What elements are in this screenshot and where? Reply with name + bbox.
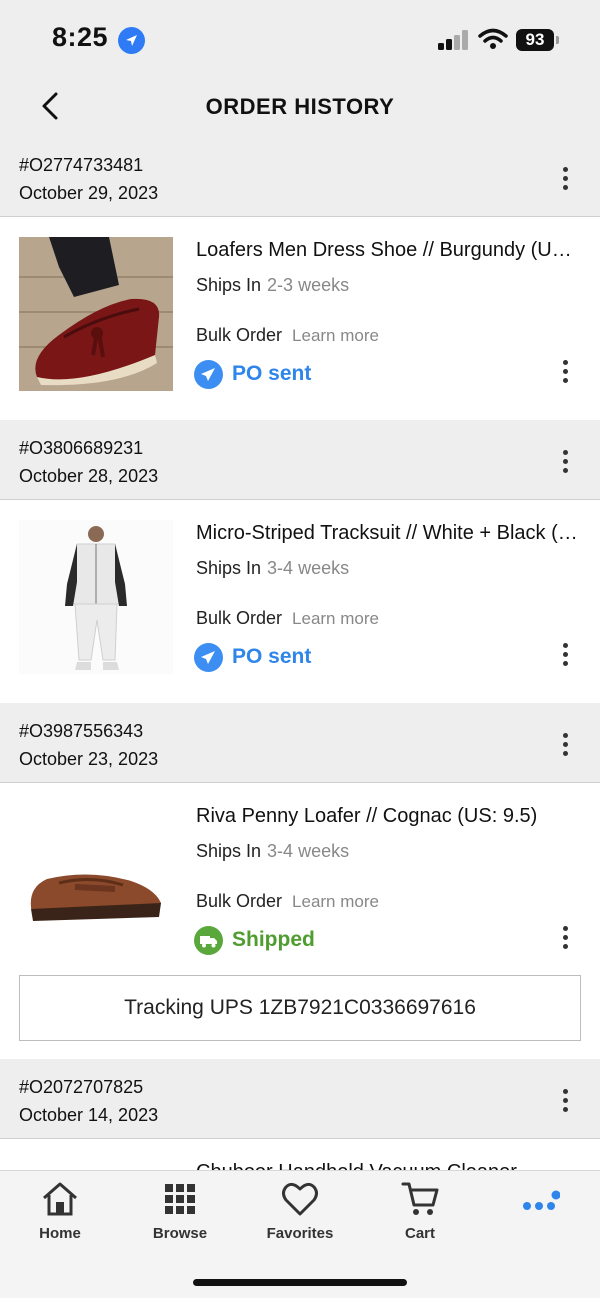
ships-in-value: 3-4 weeks bbox=[267, 558, 350, 578]
home-indicator[interactable] bbox=[193, 1279, 407, 1286]
order-more-options-icon[interactable] bbox=[556, 164, 576, 194]
order-date: October 29, 2023 bbox=[19, 183, 159, 203]
learn-more-link[interactable]: Learn more bbox=[292, 892, 379, 911]
tab-favorites[interactable]: Favorites bbox=[240, 1179, 360, 1251]
bulk-order-line: Bulk Order Learn more bbox=[196, 608, 379, 629]
order-status: PO sent bbox=[194, 359, 312, 389]
tab-bar: Home Browse Favorites Cart bbox=[0, 1170, 600, 1298]
product-title[interactable]: Chuboor Handheld Vacuum Cleaner bbox=[196, 1161, 578, 1170]
ships-in-label: Ships In bbox=[196, 558, 262, 578]
tab-label: Home bbox=[39, 1225, 81, 1242]
tab-cart[interactable]: Cart bbox=[360, 1179, 480, 1251]
item-more-options-icon[interactable] bbox=[556, 357, 576, 387]
learn-more-link[interactable]: Learn more bbox=[292, 609, 379, 628]
bulk-order-line: Bulk Order Learn more bbox=[196, 325, 379, 346]
status-label: PO sent bbox=[232, 645, 312, 668]
order-more-options-icon[interactable] bbox=[556, 1086, 576, 1116]
order-item[interactable]: Chuboor Handheld Vacuum Cleaner bbox=[0, 1139, 600, 1170]
truck-icon bbox=[194, 925, 223, 955]
bulk-order-line: Bulk Order Learn more bbox=[196, 891, 379, 912]
product-image-cognac-penny-loafer[interactable] bbox=[19, 803, 173, 957]
order-header: #O2774733481 October 29, 2023 bbox=[0, 137, 600, 217]
heart-icon bbox=[282, 1182, 318, 1216]
status-label: PO sent bbox=[232, 362, 312, 385]
order-more-options-icon[interactable] bbox=[556, 730, 576, 760]
order-date: October 28, 2023 bbox=[19, 466, 159, 486]
order-number: #O2774733481 bbox=[19, 155, 144, 175]
page-title: ORDER HISTORY bbox=[205, 94, 395, 119]
tab-label: Favorites bbox=[266, 1225, 334, 1242]
order-number: #O3806689231 bbox=[19, 438, 144, 458]
paper-plane-icon bbox=[194, 359, 223, 389]
tab-more[interactable] bbox=[480, 1179, 600, 1251]
order-number: #O3987556343 bbox=[19, 721, 144, 741]
order-number: #O2072707825 bbox=[19, 1077, 144, 1097]
home-icon bbox=[43, 1182, 77, 1216]
order-item[interactable]: Micro-Striped Tracksuit // White + Black… bbox=[0, 500, 600, 703]
product-title[interactable]: Riva Penny Loafer // Cognac (US: 9.5) bbox=[196, 805, 578, 828]
cart-icon bbox=[401, 1182, 439, 1215]
ships-in-line: Ships In 2-3 weeks bbox=[196, 275, 349, 296]
order-header: #O2072707825 October 14, 2023 bbox=[0, 1059, 600, 1139]
order-status: PO sent bbox=[194, 642, 312, 672]
product-image-handheld-vacuum[interactable] bbox=[19, 1159, 173, 1170]
product-image-burgundy-tassel-loafer[interactable] bbox=[19, 237, 173, 391]
order-status: Shipped bbox=[194, 925, 315, 955]
tab-label: Browse bbox=[152, 1225, 208, 1242]
status-time: 8:25 bbox=[52, 22, 109, 52]
more-icon bbox=[523, 1190, 560, 1210]
ships-in-value: 3-4 weeks bbox=[267, 841, 350, 861]
ships-in-label: Ships In bbox=[196, 841, 262, 861]
product-title[interactable]: Loafers Men Dress Shoe // Burgundy (US: … bbox=[196, 239, 578, 262]
ships-in-label: Ships In bbox=[196, 275, 262, 295]
cellular-signal-icon bbox=[438, 30, 470, 50]
item-more-options-icon[interactable] bbox=[556, 923, 576, 953]
tab-label: Cart bbox=[404, 1225, 435, 1242]
status-label: Shipped bbox=[232, 928, 315, 951]
bulk-order-label: Bulk Order bbox=[196, 325, 283, 345]
status-bar: 8:25 93 bbox=[0, 0, 600, 80]
product-image-white-tracksuit[interactable] bbox=[19, 520, 173, 674]
ships-in-line: Ships In 3-4 weeks bbox=[196, 558, 349, 579]
battery-icon: 93 bbox=[516, 29, 560, 51]
wifi-icon bbox=[478, 28, 508, 50]
bulk-order-label: Bulk Order bbox=[196, 608, 283, 628]
grid-icon bbox=[165, 1184, 195, 1214]
learn-more-link[interactable]: Learn more bbox=[292, 326, 379, 345]
order-date: October 14, 2023 bbox=[19, 1105, 159, 1125]
tab-browse[interactable]: Browse bbox=[120, 1179, 240, 1251]
battery-level: 93 bbox=[516, 29, 554, 51]
paper-plane-icon bbox=[194, 642, 223, 672]
order-list[interactable]: #O2774733481 October 29, 2023 Loafers Me… bbox=[0, 137, 600, 1170]
bulk-order-label: Bulk Order bbox=[196, 891, 283, 911]
tracking-button[interactable]: Tracking UPS 1ZB7921C0336697616 bbox=[19, 975, 581, 1041]
tab-home[interactable]: Home bbox=[0, 1179, 120, 1251]
product-title[interactable]: Micro-Striped Tracksuit // White + Black… bbox=[196, 522, 578, 545]
header: ORDER HISTORY bbox=[0, 80, 600, 137]
ships-in-value: 2-3 weeks bbox=[267, 275, 350, 295]
item-more-options-icon[interactable] bbox=[556, 640, 576, 670]
order-header: #O3987556343 October 23, 2023 bbox=[0, 703, 600, 783]
order-item[interactable]: Riva Penny Loafer // Cognac (US: 9.5) Sh… bbox=[0, 783, 600, 1059]
ships-in-line: Ships In 3-4 weeks bbox=[196, 841, 349, 862]
order-date: October 23, 2023 bbox=[19, 749, 159, 769]
location-arrow-icon bbox=[118, 27, 145, 54]
order-header: #O3806689231 October 28, 2023 bbox=[0, 420, 600, 500]
order-item[interactable]: Loafers Men Dress Shoe // Burgundy (US: … bbox=[0, 217, 600, 420]
order-more-options-icon[interactable] bbox=[556, 447, 576, 477]
